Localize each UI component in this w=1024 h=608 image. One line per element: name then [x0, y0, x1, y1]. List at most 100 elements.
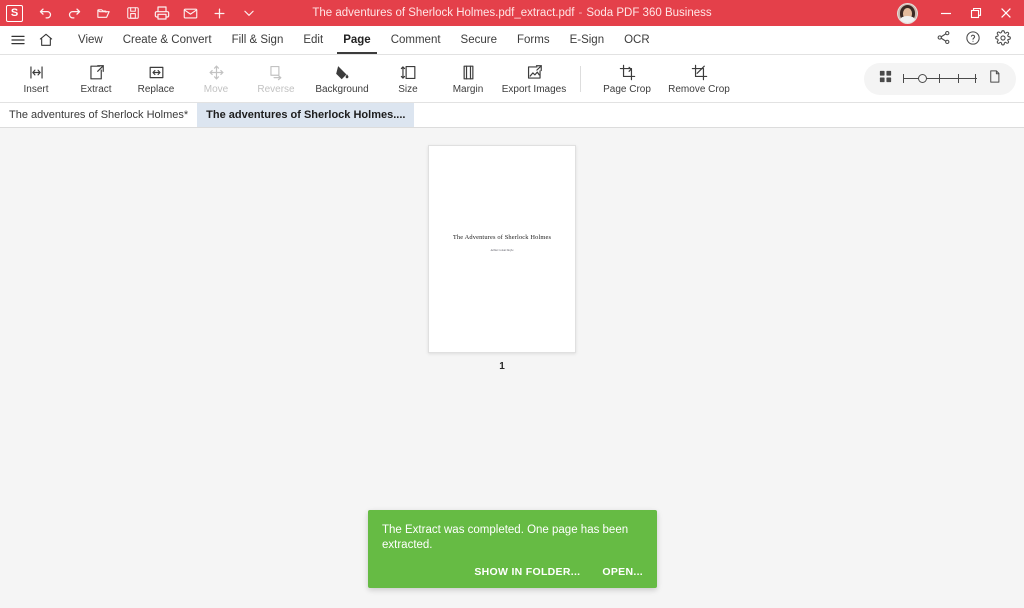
- window-controls: [897, 0, 1024, 26]
- add-icon[interactable]: [211, 5, 228, 22]
- menu-item-comment[interactable]: Comment: [381, 26, 451, 54]
- grid-view-icon[interactable]: [878, 69, 893, 89]
- menu-item-ocr[interactable]: OCR: [614, 26, 660, 54]
- soda-pdf-logo: S: [6, 4, 23, 22]
- menu-bar: View Create & Convert Fill & Sign Edit P…: [0, 26, 1024, 55]
- menu-item-label: E-Sign: [569, 34, 605, 46]
- tool-label: Extract: [80, 83, 112, 95]
- tool-label: Size: [398, 83, 418, 95]
- avatar[interactable]: [897, 2, 918, 24]
- undo-icon[interactable]: [37, 5, 54, 22]
- tool-label: Remove Crop: [668, 83, 730, 95]
- menu-item-label: Page: [343, 34, 371, 46]
- chevron-down-icon[interactable]: [240, 5, 257, 22]
- menu-item-label: Edit: [303, 34, 324, 46]
- open-button[interactable]: OPEN...: [602, 566, 643, 578]
- menu-item-fill-sign[interactable]: Fill & Sign: [222, 26, 294, 54]
- soda-pdf-window: S The adventures of Sherlock Holmes.pdf_…: [0, 0, 1024, 608]
- menu-item-label: OCR: [624, 34, 650, 46]
- hamburger-menu-icon[interactable]: [4, 26, 32, 54]
- menu-item-label: Forms: [516, 34, 550, 46]
- extract-button[interactable]: Extract: [66, 56, 126, 101]
- extract-completed-toast: The Extract was completed. One page has …: [368, 510, 657, 588]
- page-thumbnail[interactable]: The Adventures of Sherlock Holmes Arthur…: [428, 145, 576, 353]
- tool-label: Export Images: [501, 83, 567, 95]
- remove-crop-button[interactable]: Remove Crop: [663, 56, 735, 101]
- replace-button[interactable]: Replace: [126, 56, 186, 101]
- maximize-button[interactable]: [962, 0, 990, 26]
- tool-label: Reverse: [257, 83, 295, 95]
- page-crop-button[interactable]: Page Crop: [591, 56, 663, 101]
- logo-letter: S: [10, 6, 19, 19]
- menu-item-label: View: [78, 34, 103, 46]
- reverse-page-icon: [267, 63, 286, 82]
- avatar-body: [900, 15, 915, 23]
- zoom-slider-handle[interactable]: [918, 73, 927, 83]
- extract-page-icon: [87, 63, 106, 82]
- menu-item-view[interactable]: View: [68, 26, 113, 54]
- toast-actions: SHOW IN FOLDER... OPEN...: [474, 566, 643, 578]
- page-document-title: The Adventures of Sherlock Holmes: [452, 234, 552, 241]
- quick-access-toolbar: [37, 5, 257, 22]
- single-page-view-icon[interactable]: [987, 68, 1002, 90]
- menu-item-label: Secure: [460, 34, 497, 46]
- document-tab-2[interactable]: The adventures of Sherlock Holmes....: [197, 103, 415, 127]
- window-title-separator: -: [578, 7, 583, 19]
- zoom-tick: [939, 74, 941, 83]
- zoom-tick: [903, 74, 905, 83]
- page-margin-icon: [459, 63, 478, 82]
- zoom-tick: [975, 74, 977, 83]
- page-crop-icon: [618, 63, 637, 82]
- insert-button[interactable]: Insert: [6, 56, 66, 101]
- zoom-slider[interactable]: [903, 72, 977, 86]
- background-icon: [333, 63, 352, 82]
- window-title-document: The adventures of Sherlock Holmes.pdf_ex…: [312, 7, 575, 19]
- page-size-icon: [399, 63, 418, 82]
- print-icon[interactable]: [153, 5, 170, 22]
- background-button[interactable]: Background: [306, 56, 378, 101]
- menu-items: View Create & Convert Fill & Sign Edit P…: [68, 26, 660, 54]
- redo-icon[interactable]: [66, 5, 83, 22]
- share-icon[interactable]: [936, 30, 951, 50]
- move-button: Move: [186, 56, 246, 101]
- toolbar-divider: [580, 65, 581, 92]
- document-tab-bar: The adventures of Sherlock Holmes* The a…: [0, 103, 1024, 128]
- remove-crop-icon: [690, 63, 709, 82]
- toast-message: The Extract was completed. One page has …: [382, 524, 629, 551]
- page-number-label: 1: [499, 361, 505, 372]
- minimize-button[interactable]: [932, 0, 960, 26]
- menu-item-secure[interactable]: Secure: [451, 26, 507, 54]
- tool-label: Insert: [23, 83, 49, 95]
- tool-label: Replace: [137, 83, 175, 95]
- menu-item-edit[interactable]: Edit: [293, 26, 333, 54]
- menu-item-label: Comment: [390, 34, 441, 46]
- size-button[interactable]: Size: [378, 56, 438, 101]
- document-tab-label: The adventures of Sherlock Holmes*: [9, 109, 189, 121]
- menu-item-esign[interactable]: E-Sign: [560, 26, 615, 54]
- replace-page-icon: [147, 63, 166, 82]
- save-icon[interactable]: [124, 5, 141, 22]
- tool-label: Move: [203, 83, 229, 95]
- menu-item-page[interactable]: Page: [333, 26, 381, 54]
- view-zoom-controls: [864, 62, 1016, 95]
- document-tab-label: The adventures of Sherlock Holmes....: [206, 109, 406, 121]
- email-icon[interactable]: [182, 5, 199, 22]
- menu-item-forms[interactable]: Forms: [507, 26, 560, 54]
- document-tab-1[interactable]: The adventures of Sherlock Holmes*: [0, 103, 197, 127]
- open-folder-icon[interactable]: [95, 5, 112, 22]
- menu-bar-right-icons: [936, 26, 1024, 54]
- zoom-tick: [958, 74, 960, 83]
- help-icon[interactable]: [965, 30, 981, 51]
- home-icon[interactable]: [32, 26, 60, 54]
- page-toolbar: Insert Extract Replace Move Reverse Back…: [0, 55, 1024, 103]
- reverse-button: Reverse: [246, 56, 306, 101]
- page-thumbnail-workspace[interactable]: The Adventures of Sherlock Holmes Arthur…: [0, 128, 1024, 608]
- gear-icon[interactable]: [995, 29, 1011, 51]
- margin-button[interactable]: Margin: [438, 56, 498, 101]
- menu-item-label: Create & Convert: [122, 34, 212, 46]
- menu-item-create-convert[interactable]: Create & Convert: [113, 26, 222, 54]
- close-button[interactable]: [992, 0, 1020, 26]
- show-in-folder-button[interactable]: SHOW IN FOLDER...: [474, 566, 580, 578]
- tool-label: Margin: [452, 83, 484, 95]
- export-images-button[interactable]: Export Images: [498, 56, 570, 101]
